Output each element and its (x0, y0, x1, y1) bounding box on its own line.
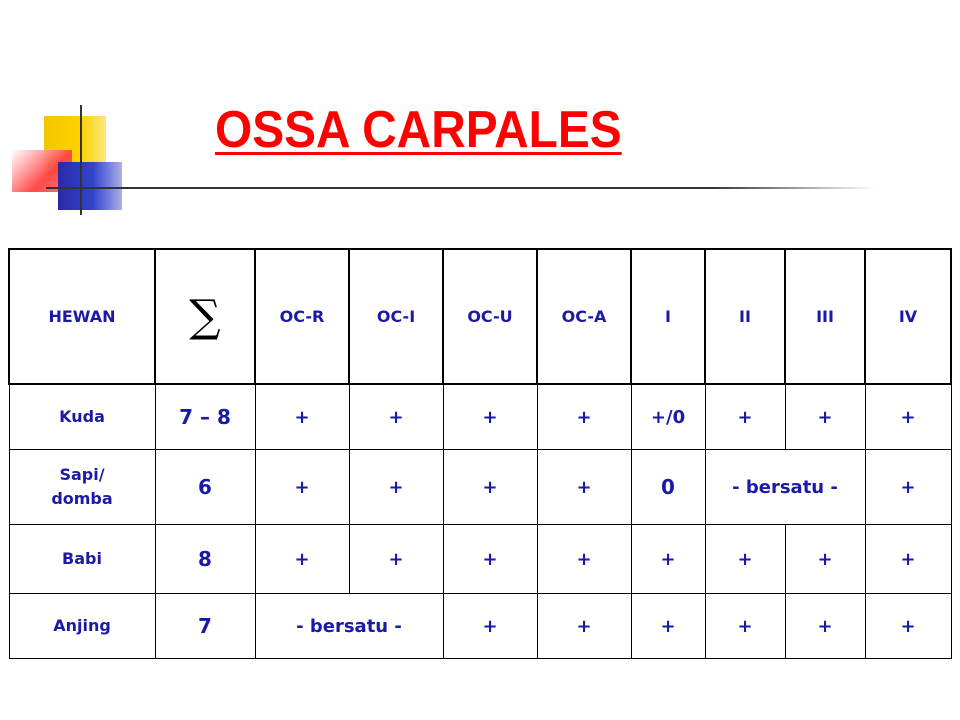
cell-oc-u: + (442, 593, 538, 659)
cell-oc-u: + (442, 383, 538, 450)
cell-oc-i: + (348, 449, 444, 525)
cell-oc-r: + (254, 383, 350, 450)
cell-oc-r: + (254, 449, 350, 525)
cell-i: + (630, 524, 706, 594)
header-oc-a: OC-A (536, 248, 632, 385)
cell-iv: + (864, 593, 952, 659)
cell-oc-r: + (254, 524, 350, 594)
header-iv: IV (864, 248, 952, 385)
table-row: Sapi/ domba 6 + + + + 0 - bersatu - + (8, 449, 952, 525)
table-row: Anjing 7 - bersatu - + + + + + + (8, 593, 952, 659)
carpal-bones-table: HEWAN ∑ OC-R OC-I OC-U OC-A I II III IV … (8, 248, 952, 659)
cell-sum: 7 (154, 593, 256, 659)
cell-iii: + (784, 383, 866, 450)
cell-oc-i: + (348, 383, 444, 450)
cell-ii: + (704, 383, 786, 450)
blue-square-decoration (58, 162, 122, 210)
cell-sum: 6 (154, 449, 256, 525)
cell-hewan-line2: domba (51, 489, 113, 508)
sigma-icon: ∑ (189, 291, 221, 342)
cell-merged-oc-r-oc-i: - bersatu - (254, 593, 444, 659)
cell-i: +/0 (630, 383, 706, 450)
title-underline-rule (46, 187, 876, 189)
cell-hewan: Sapi/ domba (8, 449, 156, 525)
cell-sum: 7 – 8 (154, 383, 256, 450)
cell-oc-a: + (536, 593, 632, 659)
cell-i: 0 (630, 449, 706, 525)
header-i: I (630, 248, 706, 385)
cell-hewan: Anjing (8, 593, 156, 659)
cell-oc-i: + (348, 524, 444, 594)
header-hewan: HEWAN (8, 248, 156, 385)
cell-oc-a: + (536, 524, 632, 594)
cell-iv: + (864, 383, 952, 450)
cell-oc-u: + (442, 449, 538, 525)
header-sum: ∑ (154, 248, 256, 385)
cell-hewan: Kuda (8, 383, 156, 450)
decorative-logo (0, 0, 140, 230)
header-oc-r: OC-R (254, 248, 350, 385)
cell-hewan: Babi (8, 524, 156, 594)
table-row: Kuda 7 – 8 + + + + +/0 + + + (8, 383, 952, 450)
header-oc-i: OC-I (348, 248, 444, 385)
cell-oc-u: + (442, 524, 538, 594)
cell-iv: + (864, 524, 952, 594)
cell-iv: + (864, 449, 952, 525)
cell-oc-a: + (536, 383, 632, 450)
page-title: OSSA CARPALES (215, 101, 622, 159)
table-header-row: HEWAN ∑ OC-R OC-I OC-U OC-A I II III IV (8, 248, 952, 385)
cell-oc-a: + (536, 449, 632, 525)
header-oc-u: OC-U (442, 248, 538, 385)
header-iii: III (784, 248, 866, 385)
header-ii: II (704, 248, 786, 385)
cell-ii: + (704, 593, 786, 659)
vertical-rule (80, 105, 82, 215)
table-row: Babi 8 + + + + + + + + (8, 524, 952, 594)
cell-i: + (630, 593, 706, 659)
cell-ii: + (704, 524, 786, 594)
cell-hewan-line1: Sapi/ (59, 465, 105, 484)
cell-iii: + (784, 524, 866, 594)
cell-merged-ii-iii: - bersatu - (704, 449, 866, 525)
cell-sum: 8 (154, 524, 256, 594)
cell-iii: + (784, 593, 866, 659)
